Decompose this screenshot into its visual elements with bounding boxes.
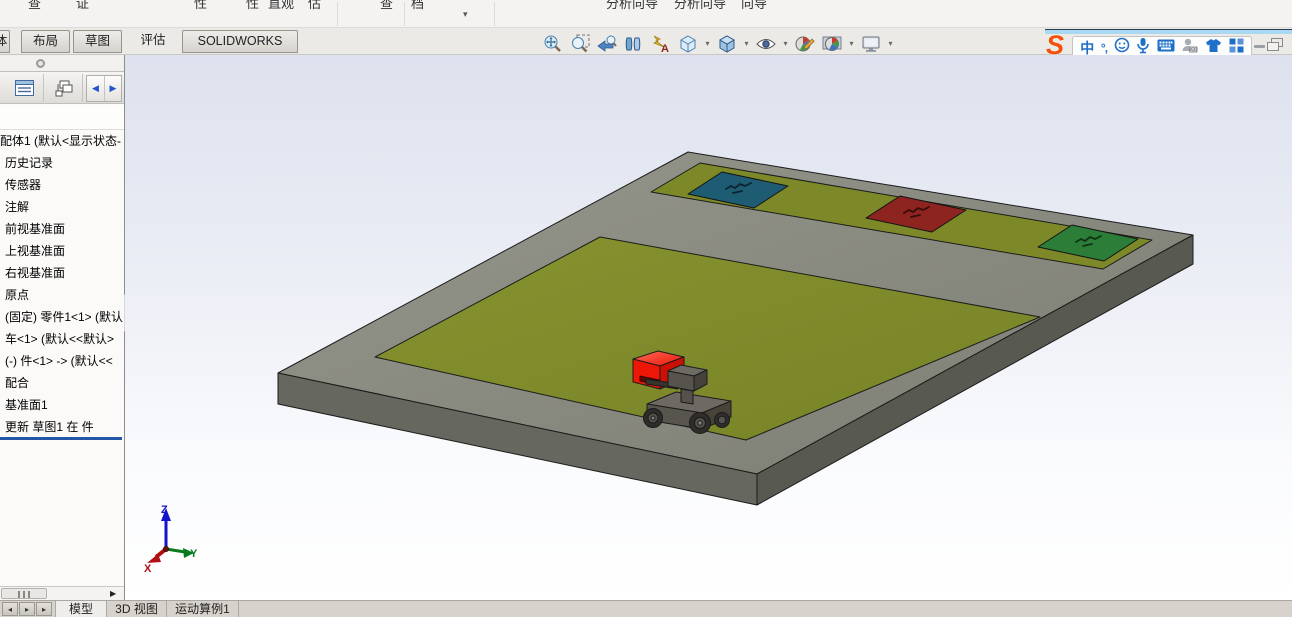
- previous-view-icon[interactable]: [595, 32, 619, 55]
- tree-item-sensors[interactable]: 传感器: [0, 174, 124, 196]
- tree-item-car[interactable]: 车<1> (默认<<默认>: [0, 328, 124, 350]
- zoom-to-area-icon[interactable]: [568, 32, 592, 55]
- ime-window-top-edge: [1045, 29, 1292, 34]
- apply-scene-icon[interactable]: [820, 32, 844, 55]
- edit-appearance-icon[interactable]: [793, 32, 817, 55]
- ribbon-separator: [494, 2, 495, 26]
- featuremanager-panel: ◀ ▶ 配体1 (默认<显示状态- 历史记录 传感器 注解 前视基准面 上视基准…: [0, 55, 125, 600]
- panel-tab-scroll: ◀ ▶: [86, 75, 122, 102]
- ribbon-button-analysis-wizard-2[interactable]: 分析向导: [674, 0, 726, 12]
- svg-text:A: A: [661, 43, 669, 55]
- section-view-icon[interactable]: [622, 32, 646, 55]
- tree-item-plane1[interactable]: 基准面1: [0, 394, 124, 416]
- ribbon-button-check[interactable]: 查: [380, 0, 393, 12]
- window-restore-icon[interactable]: [1267, 38, 1284, 52]
- scrollbar-right-arrow-icon[interactable]: ▶: [110, 589, 116, 598]
- tree-item-part[interactable]: (-) 件<1> -> (默认<<: [0, 350, 124, 372]
- bottom-tab-bar: ◂ ▸ ▸ 模型 3D 视图 运动算例1: [0, 600, 1292, 617]
- panel-pin-row: [0, 55, 124, 71]
- solidworks-window: 查 证 性 性 直观 估 查 档 分析向导 分析向导 向导 ▾ 体 布局 草图 …: [0, 0, 1292, 617]
- dynamic-annotation-views-icon[interactable]: A: [649, 32, 673, 55]
- tree-item-mates[interactable]: 配合: [0, 372, 124, 394]
- tab-layout[interactable]: 布局: [21, 30, 70, 53]
- panel-tab-scroll-left-icon[interactable]: ◀: [87, 76, 104, 101]
- view-settings-icon[interactable]: [859, 32, 883, 55]
- tree-item-front-plane[interactable]: 前视基准面: [0, 218, 124, 240]
- display-style-caret-icon[interactable]: ▾: [742, 39, 751, 48]
- ribbon-button-clearance[interactable]: 证: [76, 0, 89, 12]
- z-axis-label: Z: [161, 504, 168, 516]
- cart-wheel-right[interactable]: [714, 412, 730, 428]
- ribbon-dropdown-caret-icon[interactable]: ▾: [463, 9, 468, 20]
- tree-item-top-plane[interactable]: 上视基准面: [0, 240, 124, 262]
- tree-item-assembly-root[interactable]: 配体1 (默认<显示状态-: [0, 130, 124, 152]
- bottom-tab-motion-study1[interactable]: 运动算例1: [167, 601, 239, 617]
- tree-item-update-sketch1[interactable]: 更新 草图1 在 件: [0, 416, 124, 438]
- featuremanager-tree-tab[interactable]: [6, 74, 44, 102]
- propertymanager-tab[interactable]: [46, 74, 83, 102]
- tab-evaluate-active[interactable]: 评估: [127, 30, 179, 53]
- ribbon-button-assembly-visualization[interactable]: 直观: [268, 0, 294, 12]
- ribbon-separator: [337, 2, 338, 26]
- punctuation-icon[interactable]: °,: [1101, 41, 1108, 55]
- cart-wheel-front[interactable]: [689, 412, 711, 434]
- hide-show-items-caret-icon[interactable]: ▾: [781, 39, 790, 48]
- tree-item-fixed-part1[interactable]: (固定) 零件1<1> (默认: [0, 306, 124, 328]
- ime-minimize-icon[interactable]: [1254, 45, 1265, 48]
- y-axis-label: Y: [190, 548, 198, 560]
- rollback-bar[interactable]: [0, 437, 122, 440]
- ribbon-button-performance-evaluation[interactable]: 估: [308, 0, 321, 12]
- keyboard-icon[interactable]: [1157, 39, 1175, 57]
- bottom-tab-3d-views[interactable]: 3D 视图: [107, 601, 167, 617]
- cart-wheel-left[interactable]: [643, 408, 663, 428]
- cart-post[interactable]: [680, 388, 694, 405]
- tab-nav-last-icon[interactable]: ▸: [36, 602, 52, 616]
- view-settings-caret-icon[interactable]: ▾: [886, 39, 895, 48]
- ribbon-button-mass-properties[interactable]: 性: [194, 0, 207, 12]
- tree-item-annotations[interactable]: 注解: [0, 196, 124, 218]
- tree-item-origin[interactable]: 原点: [0, 284, 124, 306]
- bottom-tab-model[interactable]: 模型: [55, 601, 107, 617]
- ribbon-button-interference[interactable]: 查: [28, 0, 41, 12]
- tree-item-right-plane[interactable]: 右视基准面: [0, 262, 124, 284]
- tab-nav-prev-icon[interactable]: ◂: [2, 602, 18, 616]
- zoom-to-fit-icon[interactable]: [541, 32, 565, 55]
- ribbon-button-analysis-wizard-1[interactable]: 分析向导: [606, 0, 658, 12]
- panel-filter-strip: [0, 105, 124, 130]
- panel-horizontal-scrollbar[interactable]: ▶: [0, 586, 124, 600]
- tab-nav-next-icon[interactable]: ▸: [19, 602, 35, 616]
- ribbon-button-wizard[interactable]: 向导: [741, 0, 767, 12]
- panel-tab-scroll-right-icon[interactable]: ▶: [104, 76, 121, 101]
- headsup-view-toolbar: A ▾ ▾ ▾ ▾ ▾: [541, 31, 895, 56]
- tab-assembly-partial[interactable]: 体: [0, 30, 10, 53]
- view-orientation-caret-icon[interactable]: ▾: [703, 39, 712, 48]
- view-orientation-icon[interactable]: [676, 32, 700, 55]
- apply-scene-caret-icon[interactable]: ▾: [847, 39, 856, 48]
- feature-tree: 配体1 (默认<显示状态- 历史记录 传感器 注解 前视基准面 上视基准面 右视…: [0, 130, 124, 438]
- panel-tab-bar: ◀ ▶: [0, 71, 124, 104]
- tab-solidworks-mbd[interactable]: SOLIDWORKS MBD: [182, 30, 298, 53]
- tab-sketch[interactable]: 草图: [73, 30, 122, 53]
- pushpin-icon[interactable]: [36, 59, 45, 68]
- ribbon-separator: [404, 2, 405, 26]
- hide-show-items-icon[interactable]: [754, 32, 778, 55]
- tree-item-history[interactable]: 历史记录: [0, 152, 124, 174]
- scrollbar-grip-icon: [18, 591, 32, 598]
- scrollbar-thumb[interactable]: [1, 588, 47, 599]
- x-axis-label: X: [144, 563, 152, 575]
- ribbon-toolbar: 查 证 性 性 直观 估 查 档 分析向导 分析向导 向导 ▾: [0, 0, 1292, 28]
- ribbon-button-document[interactable]: 档: [411, 0, 424, 12]
- display-style-icon[interactable]: [715, 32, 739, 55]
- ribbon-button-section-properties[interactable]: 性: [246, 0, 259, 12]
- viewport-canvas[interactable]: Z Y X: [125, 55, 1292, 600]
- svg-text:20: 20: [1191, 47, 1197, 53]
